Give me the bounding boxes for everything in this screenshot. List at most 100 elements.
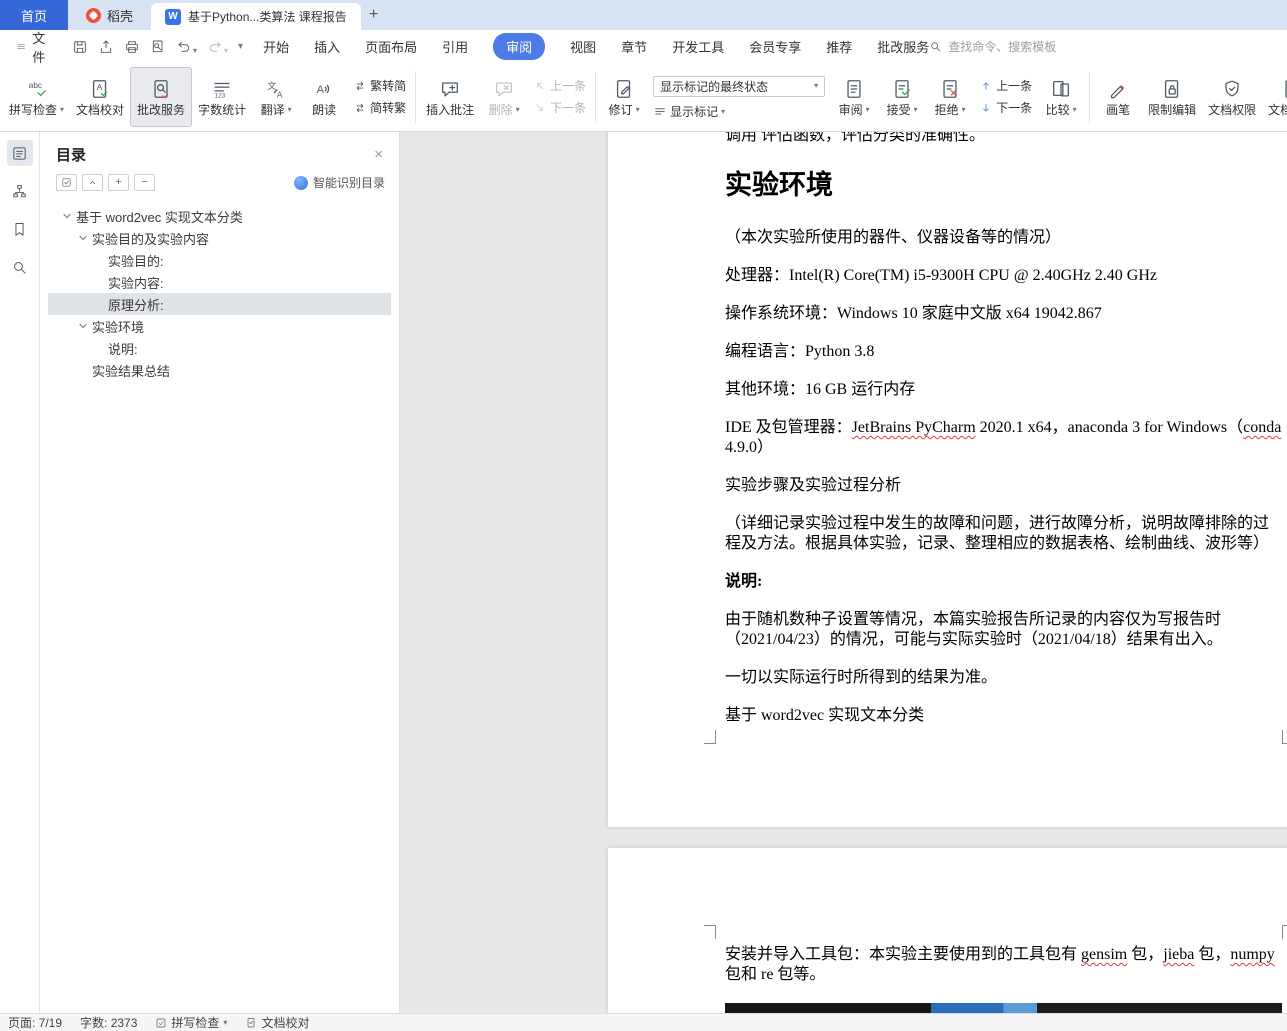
statusbar-doc-proofread[interactable]: 文档校对 <box>245 1014 309 1031</box>
menu-tab-member[interactable]: 会员专享 <box>749 37 801 56</box>
outline-panel-button[interactable] <box>6 140 33 166</box>
customize-quick-access-caret[interactable]: ▾ <box>238 41 243 52</box>
swap-icon <box>353 79 367 93</box>
spell-check-button[interactable]: 拼写检查 ▾ <box>3 67 70 127</box>
word-count-button[interactable]: 字数统计 <box>192 67 252 127</box>
correction-service-button[interactable]: 批改服务 <box>130 67 193 127</box>
export-button[interactable] <box>98 39 114 55</box>
menu-tab-section[interactable]: 章节 <box>621 37 647 56</box>
word-count-indicator[interactable]: 字数: 2373 <box>80 1014 137 1031</box>
toc-collapse-all-button[interactable] <box>82 174 103 191</box>
redo-button[interactable]: ▾ <box>207 39 228 55</box>
structure-panel-button[interactable] <box>7 178 33 204</box>
toc-panel: 目录 × + − 智能识别目录 基于 word2vec 实现文本分类 实验目的及… <box>40 132 400 1013</box>
separator <box>415 71 417 123</box>
toc-collapse-button[interactable]: − <box>134 174 155 191</box>
trad-to-simp-button[interactable]: 繁转简 <box>353 79 406 93</box>
chevron-down-icon[interactable] <box>78 321 88 331</box>
doc-permission-button[interactable]: 文档权限 <box>1202 67 1262 127</box>
simp-to-trad-button[interactable]: 简转繁 <box>353 101 406 115</box>
paragraph: 调用 评估函数，评估分类的准确性。 <box>725 132 986 144</box>
delete-comment-button[interactable]: 删除 ▾ <box>480 67 528 127</box>
menu-tab-page-layout[interactable]: 页面布局 <box>365 37 417 56</box>
page-check-icon <box>245 1017 257 1029</box>
menu-tab-recommend[interactable]: 推荐 <box>826 37 852 56</box>
toc-expand-button[interactable]: + <box>108 174 129 191</box>
menu-tab-insert[interactable]: 插入 <box>314 37 340 56</box>
doc-proofread-button[interactable]: 文档校对 <box>70 67 130 127</box>
file-menu-button[interactable]: 文件 <box>10 28 56 66</box>
docer-logo-icon <box>86 7 101 23</box>
show-markup-button[interactable]: 显示标记 ▾ <box>653 105 825 119</box>
review-doc-icon <box>843 78 865 100</box>
next-change-button[interactable]: 下一条 <box>979 101 1032 115</box>
paragraph: 操作系统环境：Windows 10 家庭中文版 x64 19042.867 <box>725 305 1102 322</box>
review-button[interactable]: 审阅 ▾ <box>830 67 878 127</box>
toc-tree: 基于 word2vec 实现文本分类 实验目的及实验内容 实验目的: 实验内容:… <box>40 205 399 381</box>
markup-state-dropdown[interactable]: 显示标记的最终状态 ▾ <box>653 75 826 97</box>
embedded-screenshot <box>725 1003 1282 1013</box>
ribbon-tab-strip: 开始 插入 页面布局 引用 审阅 视图 章节 开发工具 会员专享 推荐 批改服务 <box>263 33 929 60</box>
toc-item[interactable]: 实验目的及实验内容 <box>48 227 391 249</box>
bookmark-panel-button[interactable] <box>7 216 33 242</box>
margin-corner-mark <box>704 925 716 939</box>
insert-comment-button[interactable]: 插入批注 <box>420 67 480 127</box>
undo-icon <box>176 39 192 55</box>
paragraph: 编程语言：Python 3.8 <box>725 343 875 360</box>
command-search[interactable]: 查找命令、搜索模板 <box>929 38 1056 55</box>
reject-button[interactable]: 拒绝 ▾ <box>926 67 974 127</box>
print-preview-button[interactable] <box>150 39 166 55</box>
translate-button[interactable]: 翻译 ▾ <box>252 67 300 127</box>
menu-tab-view[interactable]: 视图 <box>570 37 596 56</box>
wps-writer-window: 首页 稻壳 W 基于Python...类算法 课程报告 + 文件 ▾ ▾ ▾ 开… <box>0 0 1287 1031</box>
menu-tab-references[interactable]: 引用 <box>442 37 468 56</box>
preview-icon <box>150 39 166 55</box>
docer-tab[interactable]: 稻壳 <box>68 0 151 30</box>
doc-auth-button[interactable]: 文档认证 <box>1262 67 1287 127</box>
print-button[interactable] <box>124 39 140 55</box>
prev-change-button[interactable]: 上一条 <box>979 79 1032 93</box>
paragraph: 实验步骤及实验过程分析 <box>725 477 902 494</box>
doc-auth-icon <box>1281 78 1287 100</box>
home-tab[interactable]: 首页 <box>0 0 68 30</box>
next-comment-button[interactable]: 下一条 <box>533 101 586 115</box>
page-indicator: 页面: 7/19 <box>8 1016 63 1030</box>
correction-service-icon <box>150 78 172 100</box>
save-button[interactable] <box>72 39 88 55</box>
toc-select-all-button[interactable] <box>56 174 77 191</box>
menu-tab-correction-service[interactable]: 批改服务 <box>877 37 929 56</box>
compare-button[interactable]: 比较 ▾ <box>1037 67 1085 127</box>
toc-item[interactable]: 实验环境 <box>48 315 391 337</box>
chevron-down-icon[interactable] <box>62 211 72 221</box>
new-tab-button[interactable]: + <box>361 0 387 30</box>
smart-recognize-toc-button[interactable]: 智能识别目录 <box>293 174 385 191</box>
bookmark-icon <box>11 221 28 238</box>
pen-button[interactable]: 画笔 <box>1094 67 1142 127</box>
menu-tab-review[interactable]: 审阅 <box>493 33 546 60</box>
track-changes-button[interactable]: 修订 ▾ <box>600 67 648 127</box>
restrict-edit-button[interactable]: 限制编辑 <box>1142 67 1202 127</box>
menu-tab-dev-tools[interactable]: 开发工具 <box>672 37 724 56</box>
toc-item[interactable]: 实验结果总结 <box>48 359 391 381</box>
chevron-down-icon[interactable] <box>78 233 88 243</box>
translate-icon <box>265 78 287 100</box>
toc-item[interactable]: 说明: <box>48 337 391 359</box>
read-aloud-button[interactable]: 朗读 <box>300 67 348 127</box>
status-bar: 页面: 7/19 字数: 2373 拼写检查 ▾ 文档校对 <box>0 1013 1287 1031</box>
toc-item[interactable]: 实验目的: <box>48 249 391 271</box>
toc-item[interactable]: 实验内容: <box>48 271 391 293</box>
document-canvas[interactable]: 调用 评估函数，评估分类的准确性。 实验环境 （本次实验所使用的器件、仪器设备等… <box>400 132 1287 1013</box>
statusbar-spell-check[interactable]: 拼写检查 ▾ <box>155 1014 227 1031</box>
menu-tab-start[interactable]: 开始 <box>263 37 289 56</box>
toc-item[interactable]: 基于 word2vec 实现文本分类 <box>48 205 391 227</box>
quick-access-toolbar: ▾ ▾ ▾ <box>72 39 243 55</box>
toc-item-selected[interactable]: 原理分析: <box>48 293 391 315</box>
search-panel-button[interactable] <box>7 254 33 280</box>
prev-comment-button[interactable]: 上一条 <box>533 79 586 93</box>
doc-proofread-icon <box>89 78 111 100</box>
accept-button[interactable]: 接受 ▾ <box>878 67 926 127</box>
undo-button[interactable]: ▾ <box>176 39 197 55</box>
close-icon[interactable]: × <box>374 146 383 163</box>
main-area: 目录 × + − 智能识别目录 基于 word2vec 实现文本分类 实验目的及… <box>0 132 1287 1013</box>
document-tab[interactable]: W 基于Python...类算法 课程报告 <box>151 3 361 30</box>
